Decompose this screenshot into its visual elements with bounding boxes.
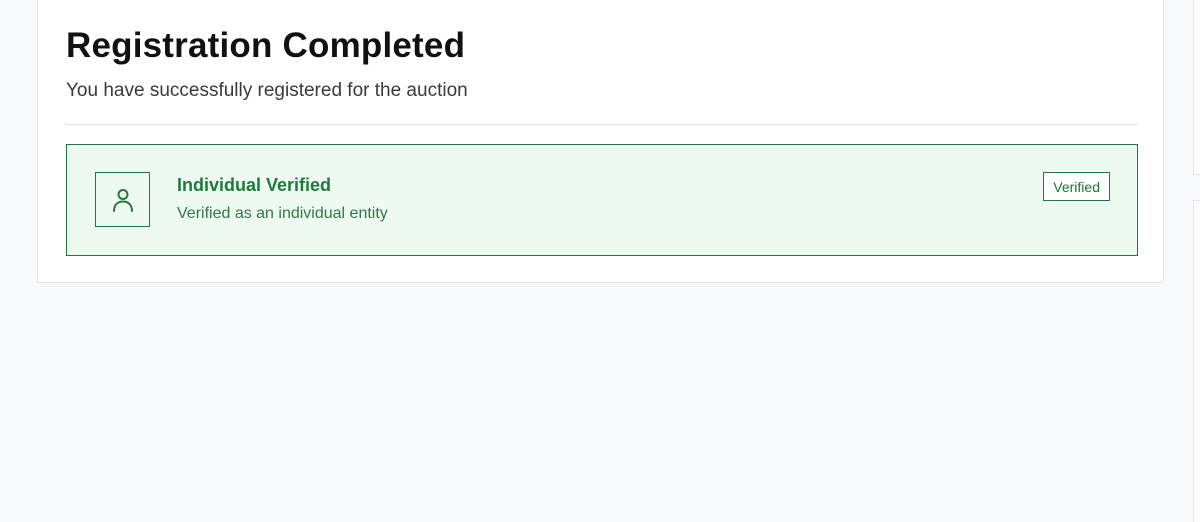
page-title: Registration Completed xyxy=(66,26,466,65)
page: Registration Completed You have successf… xyxy=(0,0,1200,522)
divider xyxy=(66,124,1137,125)
user-icon xyxy=(112,188,133,212)
side-panel-edge xyxy=(1193,0,1200,175)
registration-card: Registration Completed You have successf… xyxy=(37,0,1164,283)
verified-badge: Verified xyxy=(1043,172,1110,201)
side-panel-edge xyxy=(1193,200,1200,522)
verification-title: Individual Verified xyxy=(177,175,332,195)
verification-description: Verified as an individual entity xyxy=(177,205,388,222)
page-subtitle: You have successfully registered for the… xyxy=(66,80,468,101)
verification-status-card: Individual Verified Verified as an indiv… xyxy=(66,144,1138,256)
user-icon-box xyxy=(95,172,150,227)
